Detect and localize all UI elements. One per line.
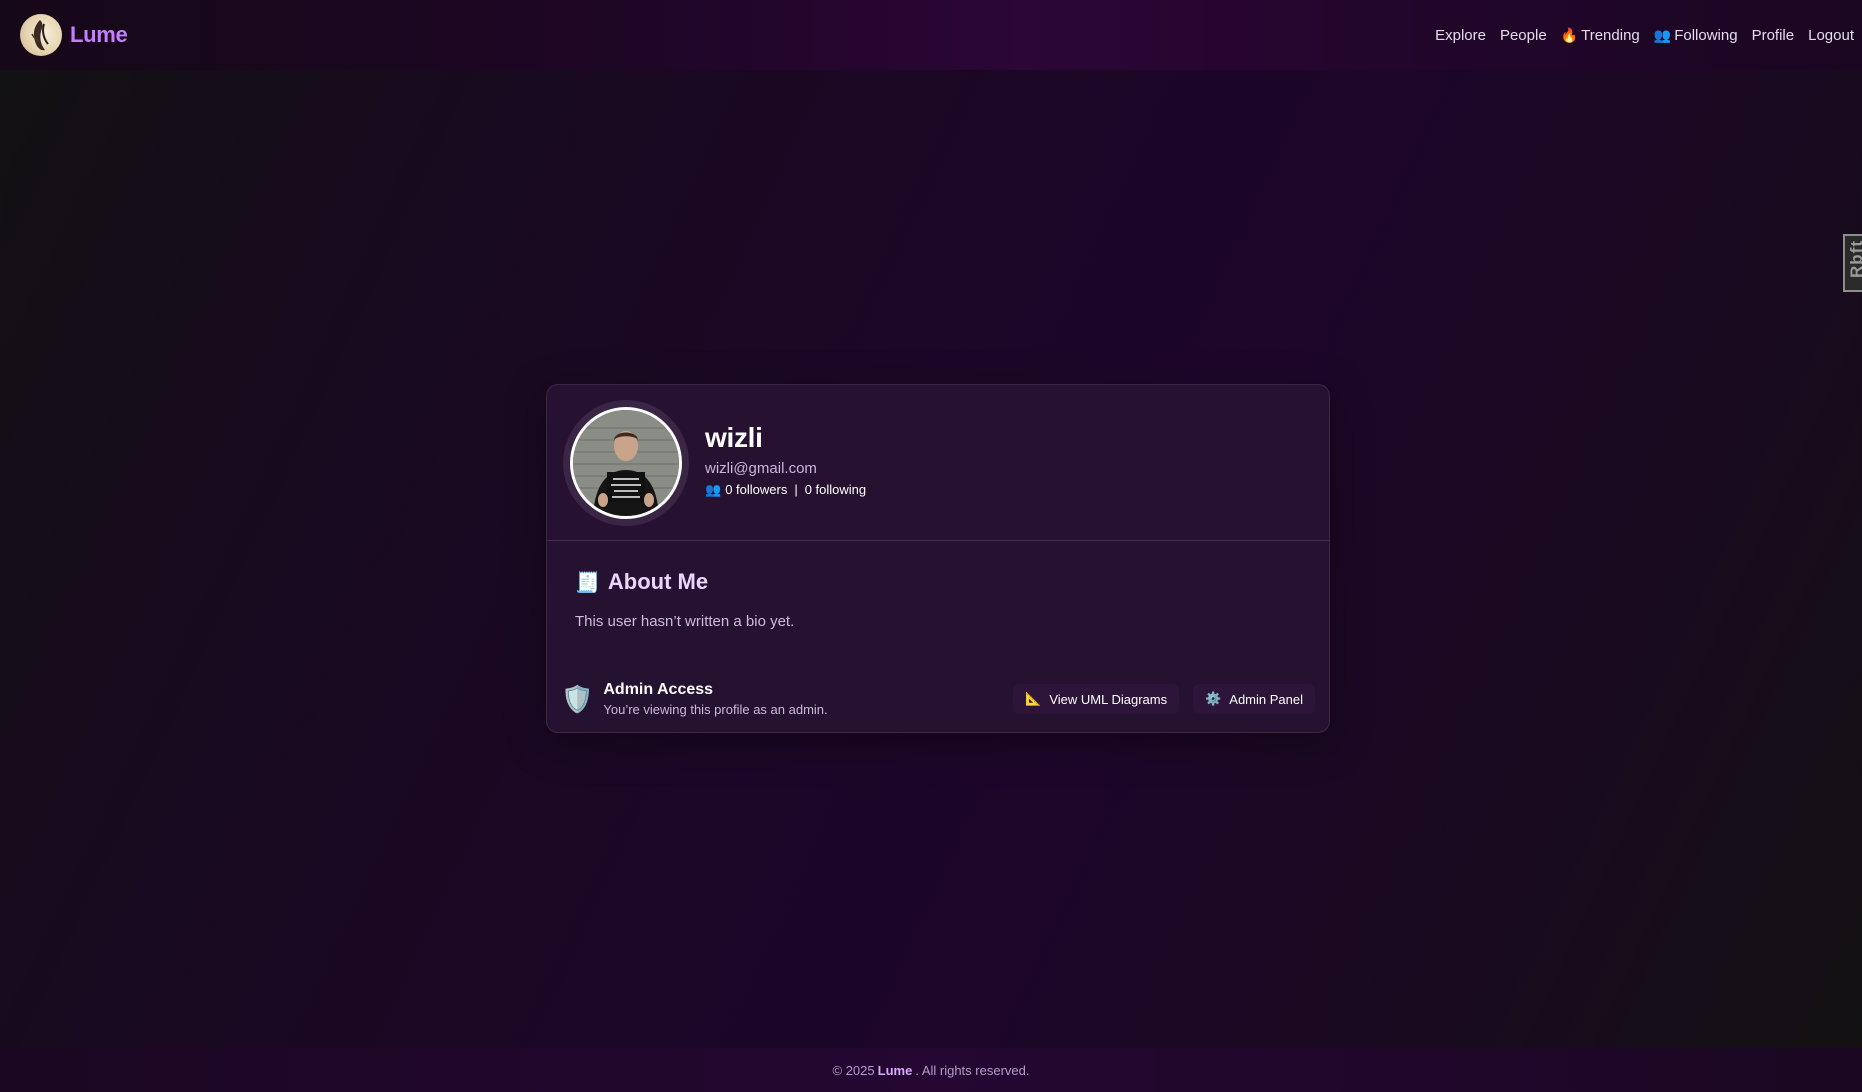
footer: © 2025 Lume . All rights reserved. xyxy=(0,1048,1862,1092)
admin-access-bar: 🛡️ Admin Access You’re viewing this prof… xyxy=(561,679,1315,719)
gear-icon: ⚙️ xyxy=(1205,691,1222,706)
brand-name: Lume xyxy=(70,22,128,47)
nav-profile[interactable]: Profile xyxy=(1752,27,1795,44)
nav-explore[interactable]: Explore xyxy=(1435,27,1486,44)
follow-stats: 👥 0 followers | 0 following xyxy=(705,482,866,498)
admin-buttons: 📐 View UML Diagrams ⚙️ Admin Panel xyxy=(1013,684,1315,714)
main-nav: Explore People 🔥 Trending 👥 Following Prof… xyxy=(1435,27,1854,44)
nav-trending[interactable]: 🔥 Trending xyxy=(1561,27,1640,44)
profile-card: wizli wizli@gmail.com 👥 0 followers | 0 … xyxy=(546,384,1330,733)
nav-trending-label: Trending xyxy=(1581,26,1640,44)
admin-panel-button[interactable]: ⚙️ Admin Panel xyxy=(1193,684,1315,714)
receipt-icon: 🧾 xyxy=(575,571,600,594)
nav-following-label: Following xyxy=(1674,26,1738,44)
avatar-ring xyxy=(563,399,689,526)
nav-following[interactable]: 👥 Following xyxy=(1654,27,1738,44)
people-icon: 👥 xyxy=(705,481,722,497)
about-title: About Me xyxy=(607,569,709,594)
about-section: 🧾 About Me This user hasn’t written a bi… xyxy=(547,541,1329,630)
admin-info: 🛡️ Admin Access You’re viewing this prof… xyxy=(561,681,828,717)
user-email: wizli@gmail.com xyxy=(705,459,817,477)
footer-prefix: © 2025 xyxy=(832,1062,875,1078)
user-info: wizli wizli@gmail.com 👥 0 followers | 0 … xyxy=(705,422,866,498)
triangle-ruler-icon: 📐 xyxy=(1025,691,1042,706)
brand[interactable]: Lume xyxy=(20,14,128,56)
people-icon: 👥 xyxy=(1653,26,1672,43)
side-tab[interactable]: Rbft xyxy=(1843,234,1862,292)
top-navbar: Lume Explore People 🔥 Trending 👥 Following… xyxy=(0,0,1862,70)
nav-logout[interactable]: Logout xyxy=(1808,27,1854,44)
side-tab-label: Rbft xyxy=(1847,240,1862,278)
logo-icon xyxy=(20,14,62,56)
follow-separator: | xyxy=(794,482,798,497)
footer-suffix: . All rights reserved. xyxy=(915,1062,1030,1078)
nav-people[interactable]: People xyxy=(1500,27,1547,44)
footer-brand: Lume xyxy=(877,1062,913,1078)
nav-people-label: People xyxy=(1499,26,1547,44)
about-heading: 🧾 About Me xyxy=(575,569,1301,595)
bio-text: This user hasn’t written a bio yet. xyxy=(575,613,795,630)
nav-logout-label: Logout xyxy=(1808,26,1854,44)
admin-subtitle: You’re viewing this profile as an admin. xyxy=(603,702,828,717)
followers-count[interactable]: 0 followers xyxy=(725,482,787,497)
profile-header: wizli wizli@gmail.com 👥 0 followers | 0 … xyxy=(547,385,1329,541)
admin-title: Admin Access xyxy=(603,681,714,698)
username: wizli xyxy=(705,421,763,453)
shield-icon: 🛡️ xyxy=(561,683,594,714)
avatar[interactable] xyxy=(570,406,682,519)
fire-icon: 🔥 xyxy=(1560,26,1579,43)
admin-text: Admin Access You’re viewing this profile… xyxy=(603,681,827,717)
admin-panel-label: Admin Panel xyxy=(1229,691,1303,707)
following-count[interactable]: 0 following xyxy=(805,482,866,497)
avatar-image xyxy=(573,409,679,516)
view-uml-label: View UML Diagrams xyxy=(1049,691,1168,707)
nav-profile-label: Profile xyxy=(1751,26,1795,44)
nav-explore-label: Explore xyxy=(1435,26,1486,44)
view-uml-button[interactable]: 📐 View UML Diagrams xyxy=(1013,684,1180,714)
